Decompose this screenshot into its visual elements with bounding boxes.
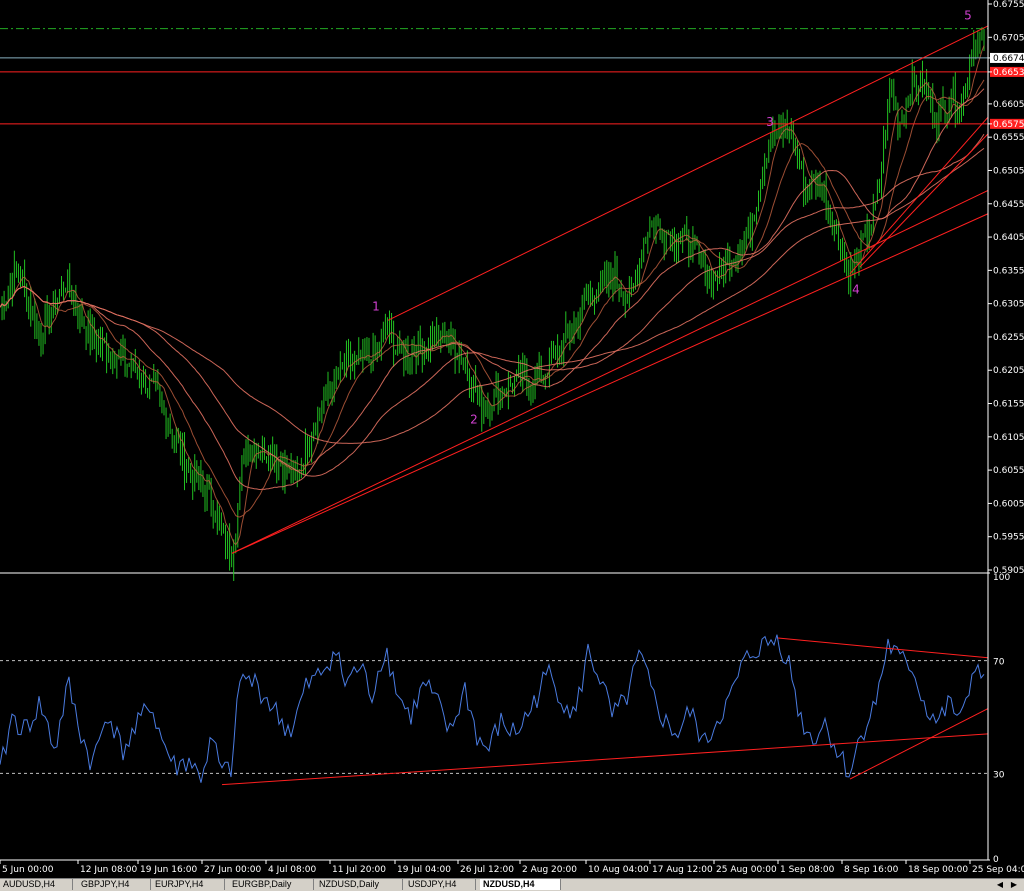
tab-nzdusd-h4[interactable]: NZDUSD,H4 [480,879,561,890]
triangle-right-icon[interactable]: ▶ [1008,879,1020,890]
wave-label: 2 [470,413,478,427]
wave-label: 5 [964,8,972,22]
chart-window[interactable]: 12345 10070300 5 Jun 00:00 12 Jun 08:00 19… [0,0,1024,890]
time-tick-label: 19 Jun 16:00 [140,865,197,875]
tab-audusd-h4[interactable]: AUDUSD,H4 [0,879,73,890]
price-tick-label: 0.6653 [993,68,1024,78]
price-tick-label: 0.6055 [993,466,1024,476]
wave-label: 1 [372,299,380,313]
price-tick-label: 0.6205 [993,366,1024,376]
tab-eurjpy-h4[interactable]: EURJPY,H4 [152,879,225,890]
triangle-left-icon[interactable]: ◀ [994,879,1006,890]
rsi-tick-label: 30 [993,770,1005,780]
time-tick-label: 25 Sep 04:00 [972,865,1024,875]
time-tick-label: 10 Aug 04:00 [588,865,649,875]
price-tick-label: 0.6705 [993,33,1024,43]
price-tick-label: 0.5955 [993,533,1024,543]
price-tick-label: 0.6405 [993,233,1024,243]
time-tick-label: 8 Sep 16:00 [844,865,899,875]
price-tick-label: 0.6455 [993,200,1024,210]
time-tick-label: 5 Jun 00:00 [2,865,54,875]
price-tick-label: 0.6355 [993,266,1024,276]
wave-label: 4 [852,283,860,297]
rsi-tick-label: 70 [993,658,1005,668]
time-tick-label: 27 Jun 00:00 [204,865,261,875]
wave-label: 3 [766,115,774,129]
price-tick-label: 0.6505 [993,166,1024,176]
time-tick-label: 4 Jul 08:00 [268,865,317,875]
time-tick-label: 2 Aug 20:00 [522,865,577,875]
price-tick-label: 0.6155 [993,400,1024,410]
time-tick-label: 11 Jul 20:00 [332,865,386,875]
price-tick-label: 0.6555 [993,133,1024,143]
price-tick-label: 0.6755 [993,0,1024,10]
price-tick-label: 0.6305 [993,300,1024,310]
rsi-tick-label: 0 [993,855,999,865]
price-tick-label: 0.6255 [993,333,1024,343]
tab-eurgbp-daily[interactable]: EURGBP,Daily [229,879,314,890]
price-tick-label: 0.6605 [993,100,1024,110]
price-tick-label: 0.6105 [993,433,1024,443]
tab-usdjpy-h4[interactable]: USDJPY,H4 [405,879,476,890]
chart-background [0,0,1024,890]
price-tick-label: 0.6674 [993,54,1024,64]
time-tick-label: 17 Aug 12:00 [652,865,713,875]
time-tick-label: 25 Aug 00:00 [716,865,777,875]
time-tick-label: 26 Jul 12:00 [460,865,514,875]
time-tick-label: 19 Jul 04:00 [397,865,451,875]
symbol-tab-bar: AUDUSD,H4 GBPJPY,H4 EURJPY,H4 EURGBP,Dai… [0,878,1024,891]
price-tick-label: 0.6005 [993,499,1024,509]
time-tick-label: 18 Sep 00:00 [908,865,968,875]
price-tick-label: 0.6575 [993,120,1024,130]
tab-gbpjpy-h4[interactable]: GBPJPY,H4 [78,879,151,890]
time-tick-label: 1 Sep 08:00 [780,865,835,875]
tab-nzdusd-daily[interactable]: NZDUSD,Daily [316,879,403,890]
price-tick-label: 0.5905 [993,566,1024,576]
time-tick-label: 12 Jun 08:00 [80,865,137,875]
